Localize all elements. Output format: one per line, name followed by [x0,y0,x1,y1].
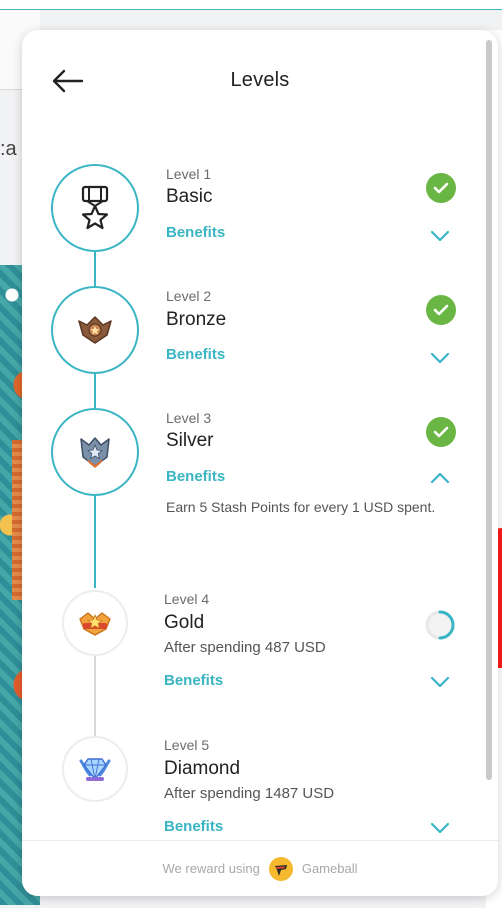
benefit-description: Earn 5 Stash Points for every 1 USD spen… [166,499,436,515]
benefits-toggle[interactable]: Benefits [166,346,225,363]
gold-badge-icon [79,612,111,636]
levels-panel: Levels Level 1 Basic Benefits Level 2 Br… [22,30,498,896]
level-badge [51,408,139,496]
timeline-connector [94,496,96,588]
level-badge [62,736,128,802]
check-circle-icon [426,417,456,447]
level-badge [51,286,139,374]
level-badge [62,590,128,656]
level-name: Gold [164,612,205,633]
benefits-toggle[interactable]: Benefits [164,818,223,835]
level-name: Bronze [166,309,227,330]
level-name: Diamond [164,758,241,779]
check-circle-icon [426,295,456,325]
timeline-connector [94,656,96,736]
diamond-badge-icon [79,758,111,781]
level-requirement: After spending 487 USD [164,639,326,656]
chevron-down-icon[interactable] [429,821,451,835]
chevron-down-icon[interactable] [429,229,451,243]
page-title: Levels [230,69,290,91]
panel-header: Levels [22,30,498,130]
benefits-toggle[interactable]: Benefits [166,468,225,485]
silver-badge-icon [80,437,110,468]
benefits-toggle[interactable]: Benefits [166,224,225,241]
level-number: Level 4 [164,591,210,607]
chevron-down-icon[interactable] [429,351,451,365]
timeline-connector [94,374,96,410]
powered-by-footer: We reward using Gameball [22,840,498,896]
background-partial-text: :a [0,138,17,160]
gameball-logo-icon [268,856,293,881]
level-name: Silver [166,430,214,451]
footer-brand[interactable]: Gameball [302,861,358,876]
chevron-up-icon[interactable] [429,471,451,485]
level-number: Level 1 [166,166,212,182]
bronze-badge-icon [78,316,112,344]
benefits-toggle[interactable]: Benefits [164,672,223,689]
scrollbar[interactable] [486,40,492,780]
level-badge [51,164,139,252]
timeline-connector [94,252,96,288]
level-requirement: After spending 1487 USD [164,785,335,802]
level-number: Level 3 [166,410,212,426]
check-circle-icon [426,173,456,203]
level-name: Basic [166,186,213,207]
basic-medal-icon [81,185,109,230]
chevron-down-icon[interactable] [429,675,451,689]
level-number: Level 5 [164,737,210,753]
level-number: Level 2 [166,288,212,304]
progress-ring-icon [425,610,455,640]
background-top-bar [0,0,502,10]
footer-text: We reward using [162,861,260,876]
